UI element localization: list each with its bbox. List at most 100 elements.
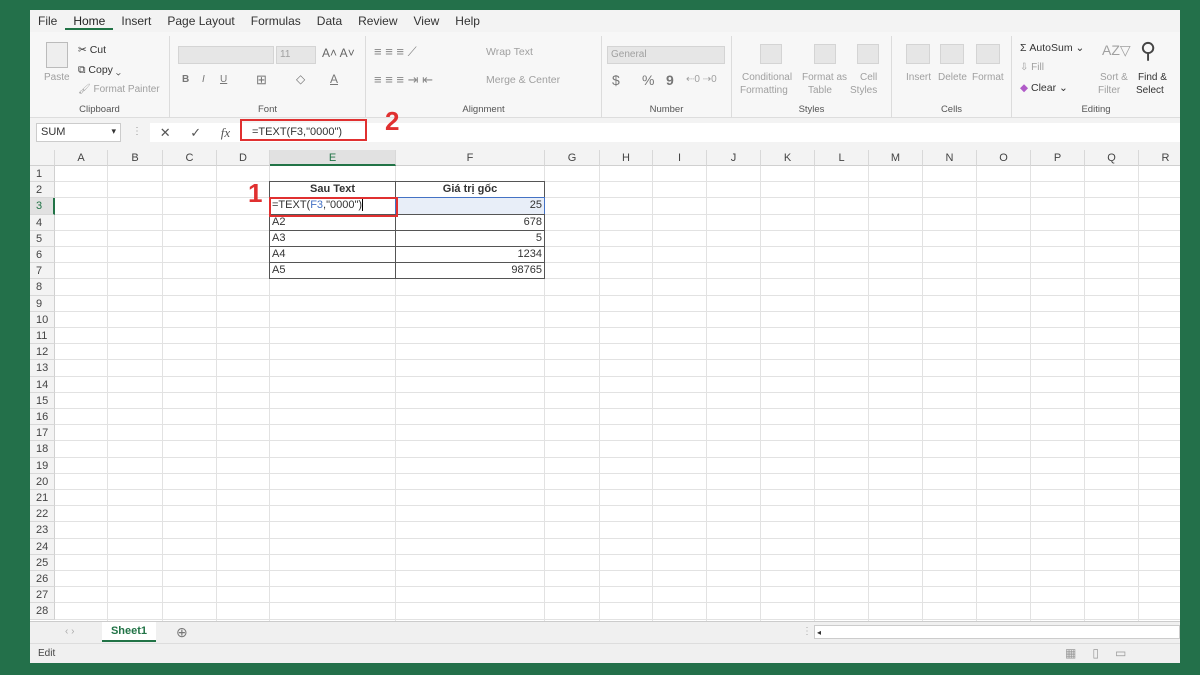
format-painter-button[interactable]: 🖌 Format Painter xyxy=(78,84,160,95)
column-header-c[interactable]: C xyxy=(163,150,217,166)
menu-insert[interactable]: Insert xyxy=(113,12,159,30)
column-header-l[interactable]: L xyxy=(815,150,869,166)
view-buttons-icon[interactable]: ▦▯▭ xyxy=(1065,646,1142,660)
currency-button[interactable]: $ xyxy=(612,72,620,88)
row-header-27[interactable]: 27 xyxy=(30,587,55,604)
font-color-icon[interactable]: A xyxy=(330,72,338,86)
row-header-2[interactable]: 2 xyxy=(30,182,55,199)
row-header-3[interactable]: 3 xyxy=(30,198,55,215)
borders-icon[interactable]: ⊞ xyxy=(256,72,267,88)
insert-function-icon[interactable]: fx xyxy=(221,125,230,141)
delete-button[interactable]: Delete xyxy=(938,72,967,83)
name-box[interactable]: SUM ▾ xyxy=(36,123,121,142)
column-header-o[interactable]: O xyxy=(977,150,1031,166)
menu-file[interactable]: File xyxy=(30,12,65,30)
menu-help[interactable]: Help xyxy=(447,12,488,30)
column-header-r[interactable]: R xyxy=(1139,150,1180,166)
menu-review[interactable]: Review xyxy=(350,12,405,30)
increase-font-icon[interactable]: A˄ A˅ xyxy=(322,46,355,60)
row-header-13[interactable]: 13 xyxy=(30,360,55,377)
row-header-23[interactable]: 23 xyxy=(30,522,55,539)
find-select-button[interactable]: Find & xyxy=(1138,72,1167,83)
merge-center-button[interactable]: Merge & Center xyxy=(486,74,560,86)
row-header-14[interactable]: 14 xyxy=(30,376,55,393)
font-size-select[interactable]: 11 xyxy=(276,46,316,64)
column-header-p[interactable]: P xyxy=(1031,150,1085,166)
cell-f3[interactable]: 25 xyxy=(395,197,545,215)
font-name-select[interactable] xyxy=(178,46,274,64)
row-header-9[interactable]: 9 xyxy=(30,295,55,312)
row-header-11[interactable]: 11 xyxy=(30,328,55,345)
enter-icon[interactable]: ✓ xyxy=(190,125,201,141)
row-header-5[interactable]: 5 xyxy=(30,230,55,247)
add-sheet-icon[interactable]: ⊕ xyxy=(176,624,188,641)
align-top-icon[interactable]: ≡ ≡ ≡ ⟋ xyxy=(374,44,417,60)
row-header-22[interactable]: 22 xyxy=(30,506,55,523)
row-header-6[interactable]: 6 xyxy=(30,247,55,264)
column-header-f[interactable]: F xyxy=(396,150,545,166)
row-header-8[interactable]: 8 xyxy=(30,279,55,296)
paste-button[interactable]: Paste xyxy=(44,72,70,83)
column-header-k[interactable]: K xyxy=(761,150,815,166)
row-header-1[interactable]: 1 xyxy=(30,166,55,183)
cancel-icon[interactable]: ✕ xyxy=(160,125,171,141)
insert-button[interactable]: Insert xyxy=(906,72,931,83)
clear-button[interactable]: ◆ Clear ⌄ xyxy=(1020,82,1068,94)
copy-button[interactable]: ⧉ Copy ⌄ xyxy=(78,64,121,77)
column-header-a[interactable]: A xyxy=(55,150,108,166)
select-all-button[interactable] xyxy=(30,150,55,166)
scroll-tabs-icon[interactable]: ‹ › xyxy=(65,626,74,637)
column-header-g[interactable]: G xyxy=(545,150,600,166)
row-header-25[interactable]: 25 xyxy=(30,554,55,571)
row-header-7[interactable]: 7 xyxy=(30,263,55,280)
menu-formulas[interactable]: Formulas xyxy=(243,12,309,30)
row-header-17[interactable]: 17 xyxy=(30,425,55,442)
row-header-24[interactable]: 24 xyxy=(30,538,55,555)
cut-button[interactable]: ✂ Cut xyxy=(78,44,106,56)
cell-f7[interactable]: 98765 xyxy=(395,262,545,280)
align-left-icon[interactable]: ≡ ≡ ≡ ⇥ ⇤ xyxy=(374,72,433,88)
formula-input[interactable]: =TEXT(F3,"0000") xyxy=(240,123,1180,142)
column-header-b[interactable]: B xyxy=(108,150,163,166)
autosum-button[interactable]: Σ AutoSum ⌄ xyxy=(1020,42,1084,54)
column-header-i[interactable]: I xyxy=(653,150,707,166)
row-header-15[interactable]: 15 xyxy=(30,392,55,409)
cell-f4[interactable]: 678 xyxy=(395,213,545,231)
percent-button[interactable]: % xyxy=(642,72,654,88)
fill-color-icon[interactable]: ◇ xyxy=(296,72,305,86)
spreadsheet-grid[interactable]: A B C D E F G H I J K L M N O P Q R 1 2 3 4 5 6 7 8 9 10 11 12 13 14 15 1… xyxy=(30,150,1180,621)
cell-f2[interactable]: Giá trị gốc xyxy=(395,181,545,199)
column-header-d[interactable]: D xyxy=(217,150,270,166)
row-header-18[interactable]: 18 xyxy=(30,441,55,458)
row-header-10[interactable]: 10 xyxy=(30,311,55,328)
row-header-4[interactable]: 4 xyxy=(30,214,55,231)
row-header-26[interactable]: 26 xyxy=(30,571,55,588)
number-format-select[interactable]: General xyxy=(607,46,725,64)
underline-button[interactable]: U xyxy=(220,74,227,85)
bold-button[interactable]: B xyxy=(182,74,189,85)
menu-page-layout[interactable]: Page Layout xyxy=(159,12,242,30)
fill-button[interactable]: ⇩ Fill xyxy=(1020,62,1044,73)
row-header-16[interactable]: 16 xyxy=(30,409,55,426)
column-header-m[interactable]: M xyxy=(869,150,923,166)
horizontal-scrollbar[interactable]: ◂ xyxy=(814,625,1180,639)
cell-e5[interactable]: A3 xyxy=(269,229,396,247)
decimal-icon[interactable]: ⇠0 ⇢0 xyxy=(686,74,717,85)
format-button[interactable]: Format xyxy=(972,72,1004,83)
row-header-12[interactable]: 12 xyxy=(30,344,55,361)
column-header-j[interactable]: J xyxy=(707,150,761,166)
cell-f6[interactable]: 1234 xyxy=(395,246,545,264)
menu-data[interactable]: Data xyxy=(309,12,350,30)
italic-button[interactable]: I xyxy=(202,74,205,85)
row-header-28[interactable]: 28 xyxy=(30,603,55,620)
comma-button[interactable]: 9 xyxy=(666,72,674,88)
cell-e2[interactable]: Sau Text xyxy=(269,181,396,199)
sort-filter-button[interactable]: Sort & xyxy=(1100,72,1128,83)
row-header-19[interactable]: 19 xyxy=(30,457,55,474)
column-header-q[interactable]: Q xyxy=(1085,150,1139,166)
scroll-left-icon[interactable]: ◂ xyxy=(815,628,821,637)
column-header-h[interactable]: H xyxy=(600,150,653,166)
cell-f5[interactable]: 5 xyxy=(395,229,545,247)
cell-e6[interactable]: A4 xyxy=(269,246,396,264)
sheet-tab-sheet1[interactable]: Sheet1 xyxy=(102,622,156,642)
